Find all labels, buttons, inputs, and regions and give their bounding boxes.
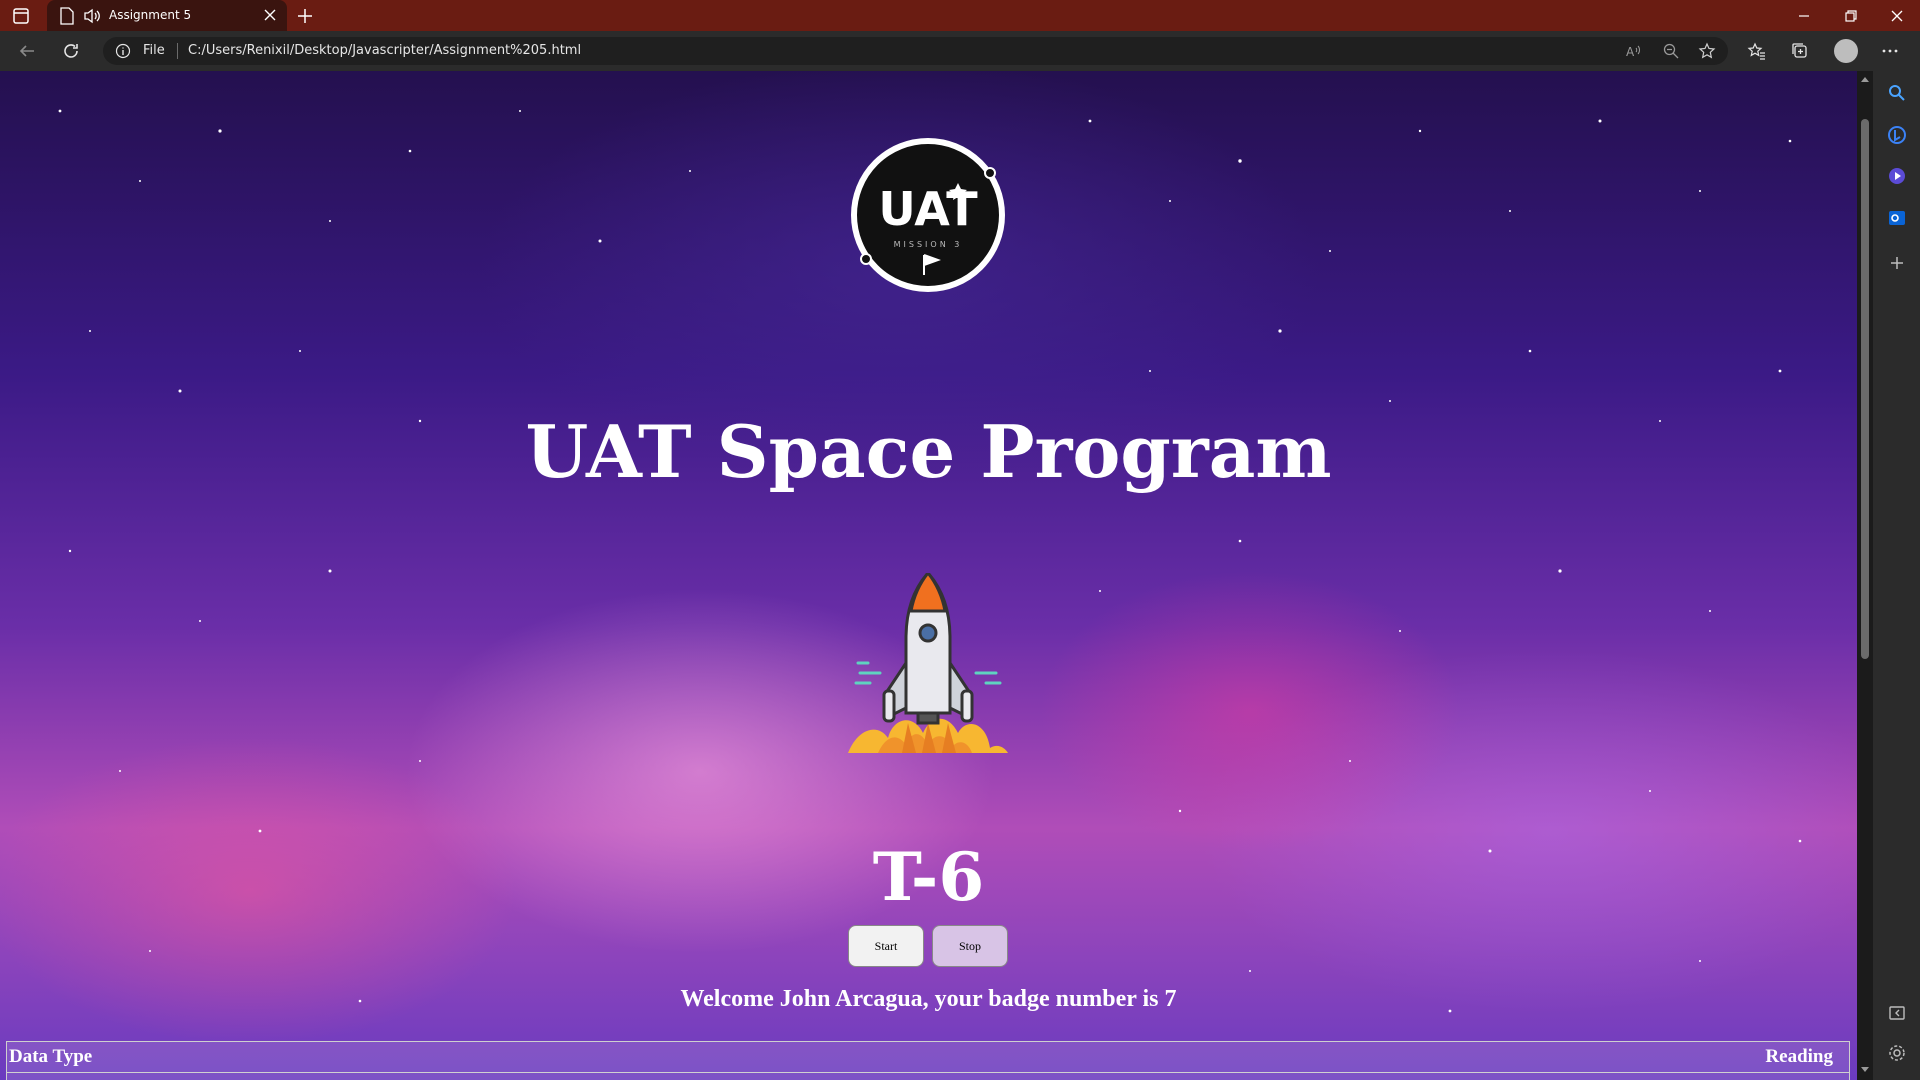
svg-text:MISSION 3: MISSION 3 bbox=[894, 240, 963, 249]
title-bar: Assignment 5 bbox=[0, 0, 1920, 31]
edge-sidebar bbox=[1873, 71, 1920, 1080]
svg-text:A: A bbox=[1626, 45, 1635, 59]
start-button[interactable]: Start bbox=[848, 925, 924, 967]
plus-icon[interactable] bbox=[1887, 253, 1907, 273]
speaker-icon[interactable] bbox=[83, 7, 101, 25]
tab-actions-icon[interactable] bbox=[12, 7, 30, 25]
search-icon[interactable] bbox=[1887, 83, 1907, 103]
scheme-label: File bbox=[143, 43, 165, 58]
url-text[interactable]: C:/Users/Renixil/Desktop/Javascripter/As… bbox=[188, 43, 581, 58]
scroll-thumb[interactable] bbox=[1861, 119, 1869, 659]
zoom-out-icon[interactable] bbox=[1662, 42, 1680, 60]
browser-tab[interactable]: Assignment 5 bbox=[47, 0, 287, 31]
profile-avatar[interactable] bbox=[1834, 39, 1858, 63]
page-icon bbox=[60, 7, 74, 25]
games-icon[interactable] bbox=[1887, 166, 1907, 186]
restore-icon[interactable] bbox=[1842, 7, 1860, 25]
close-icon[interactable] bbox=[263, 8, 277, 22]
address-bar[interactable]: File C:/Users/Renixil/Desktop/Javascript… bbox=[103, 37, 1728, 65]
tab-title: Assignment 5 bbox=[109, 8, 192, 22]
gear-icon[interactable] bbox=[1887, 1043, 1907, 1063]
sidebar-toggle-icon[interactable] bbox=[1887, 1003, 1907, 1023]
page-scrollbar[interactable] bbox=[1857, 71, 1873, 1080]
table-divider bbox=[7, 1072, 1849, 1073]
more-icon[interactable] bbox=[1880, 41, 1900, 61]
welcome-message: Welcome John Arcagua, your badge number … bbox=[680, 986, 1177, 1012]
scroll-down-icon[interactable] bbox=[1860, 1066, 1870, 1074]
outlook-icon[interactable] bbox=[1887, 208, 1907, 228]
stop-button[interactable]: Stop bbox=[932, 925, 1008, 967]
add-favorite-icon[interactable] bbox=[1698, 42, 1716, 60]
favorites-icon[interactable] bbox=[1747, 41, 1767, 61]
countdown-display: T-6 bbox=[872, 838, 985, 916]
address-separator bbox=[177, 43, 178, 59]
page-title: UAT Space Program bbox=[525, 409, 1332, 494]
rocket-launch-icon bbox=[848, 573, 1008, 753]
back-arrow-icon[interactable] bbox=[17, 41, 37, 61]
page-viewport: UAT MISSION 3 UAT Space Program T-6 Star… bbox=[0, 71, 1857, 1080]
info-icon[interactable] bbox=[115, 43, 131, 59]
uat-mission-logo: UAT MISSION 3 bbox=[851, 138, 1005, 292]
minimize-icon[interactable] bbox=[1795, 7, 1813, 25]
data-table: Data Type Reading bbox=[6, 1041, 1850, 1080]
refresh-icon[interactable] bbox=[61, 41, 81, 61]
scroll-up-icon[interactable] bbox=[1860, 75, 1870, 83]
read-aloud-icon[interactable]: A bbox=[1625, 42, 1643, 60]
header-data-type: Data Type bbox=[9, 1046, 93, 1067]
bing-icon[interactable] bbox=[1887, 125, 1907, 145]
plus-icon[interactable] bbox=[296, 7, 314, 25]
collections-icon[interactable] bbox=[1790, 41, 1810, 61]
browser-toolbar: File C:/Users/Renixil/Desktop/Javascript… bbox=[0, 31, 1920, 71]
header-reading: Reading bbox=[1765, 1046, 1833, 1067]
window-close-icon[interactable] bbox=[1888, 7, 1906, 25]
